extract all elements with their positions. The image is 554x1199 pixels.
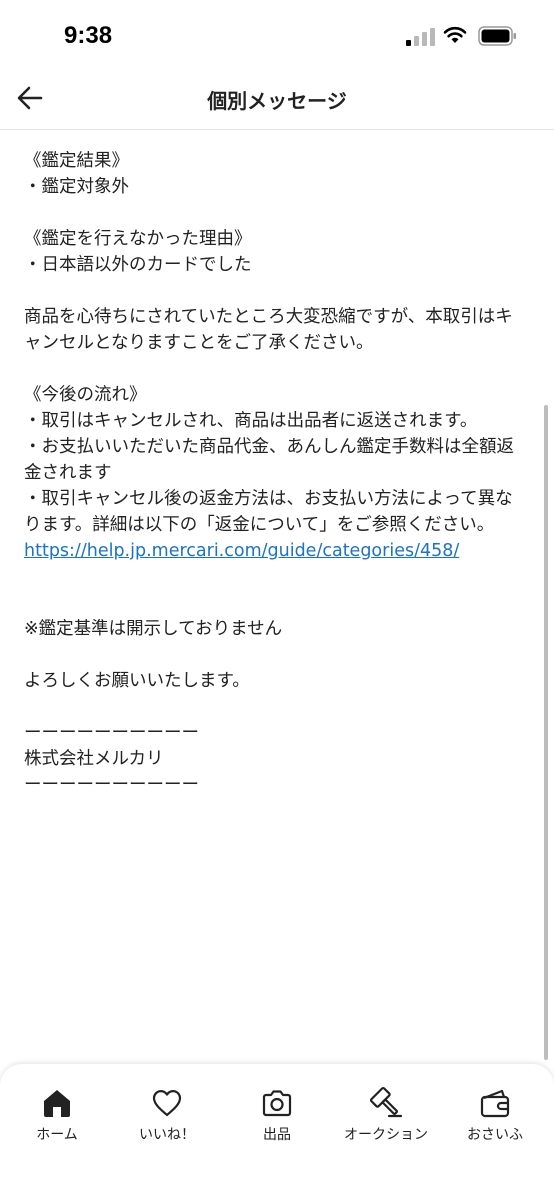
message-body: 《鑑定結果》 ・鑑定対象外 《鑑定を行えなかった理由》 ・日本語以外のカードでし… bbox=[24, 148, 530, 824]
home-icon bbox=[44, 1090, 70, 1117]
status-time: 9:38 bbox=[64, 22, 113, 49]
tab-label: オークション bbox=[344, 1127, 428, 1143]
refund-help-link[interactable]: https://help.jp.mercari.com/guide/catego… bbox=[24, 541, 459, 561]
message-closing: よろしくお願いいたします。 bbox=[24, 671, 250, 691]
header-bar: 個別メッセージ bbox=[0, 72, 554, 130]
signature-divider: ーーーーーーーーーー bbox=[24, 775, 199, 795]
message-line: ・日本語以外のカードでした bbox=[24, 255, 252, 275]
tab-label: おさいふ bbox=[467, 1127, 523, 1143]
tab-label: ホーム bbox=[36, 1127, 78, 1143]
bottom-tab-bar: ホーム いいね！ 出品 オークション おさいふ bbox=[0, 1064, 554, 1199]
message-line: ・取引はキャンセルされ、商品は出品者に返送されます。 bbox=[24, 411, 478, 431]
message-paragraph-result: 《鑑定結果》 ・鑑定対象外 bbox=[24, 148, 530, 200]
message-line: 《今後の流れ》 bbox=[24, 385, 147, 405]
tab-label: 出品 bbox=[263, 1127, 291, 1143]
tab-home[interactable]: ホーム bbox=[2, 1086, 112, 1144]
signature-divider: ーーーーーーーーーー bbox=[24, 723, 199, 743]
message-notice: ※鑑定基準は開示しておりません bbox=[24, 619, 283, 639]
message-line: ・取引キャンセル後の返金方法は、お支払い方法によって異なります。詳細は以下の「返… bbox=[24, 489, 513, 535]
message-paragraph-next-steps: 《今後の流れ》 ・取引はキャンセルされ、商品は出品者に返送されます。 ・お支払い… bbox=[24, 382, 530, 538]
wifi-icon bbox=[443, 26, 467, 43]
cellular-signal-icon bbox=[406, 28, 435, 46]
status-bar: 9:38 bbox=[0, 0, 554, 72]
signature-company: 株式会社メルカリ bbox=[24, 749, 164, 769]
tab-likes[interactable]: いいね！ bbox=[112, 1086, 222, 1144]
message-line: 《鑑定結果》 bbox=[24, 151, 129, 171]
tab-wallet[interactable]: おさいふ bbox=[440, 1086, 550, 1144]
camera-icon bbox=[262, 1090, 292, 1117]
heart-icon bbox=[152, 1090, 182, 1117]
message-link-row: https://help.jp.mercari.com/guide/catego… bbox=[24, 538, 530, 564]
message-signature: ーーーーーーーーーー 株式会社メルカリ ーーーーーーーーーー bbox=[24, 720, 530, 798]
tab-sell[interactable]: 出品 bbox=[222, 1086, 332, 1144]
message-line: 商品を心待ちにされていたところ大変恐縮ですが、本取引はキャンセルとなりますことを… bbox=[24, 307, 513, 353]
tab-label: いいね！ bbox=[139, 1127, 195, 1143]
message-line: ・鑑定対象外 bbox=[24, 177, 129, 197]
message-line: ・お支払いいただいた商品代金、あんしん鑑定手数料は全額返金されます bbox=[24, 437, 514, 483]
message-paragraph-reason: 《鑑定を行えなかった理由》 ・日本語以外のカードでした bbox=[24, 226, 530, 278]
scrollbar[interactable] bbox=[544, 405, 548, 1060]
tab-auction[interactable]: オークション bbox=[331, 1086, 441, 1144]
message-line: 《鑑定を行えなかった理由》 bbox=[24, 229, 252, 249]
battery-icon bbox=[478, 26, 516, 46]
message-paragraph-apology: 商品を心待ちにされていたところ大変恐縮ですが、本取引はキャンセルとなりますことを… bbox=[24, 304, 530, 356]
page-title: 個別メッセージ bbox=[207, 89, 347, 113]
wallet-icon bbox=[480, 1089, 510, 1118]
gavel-icon bbox=[369, 1086, 403, 1118]
